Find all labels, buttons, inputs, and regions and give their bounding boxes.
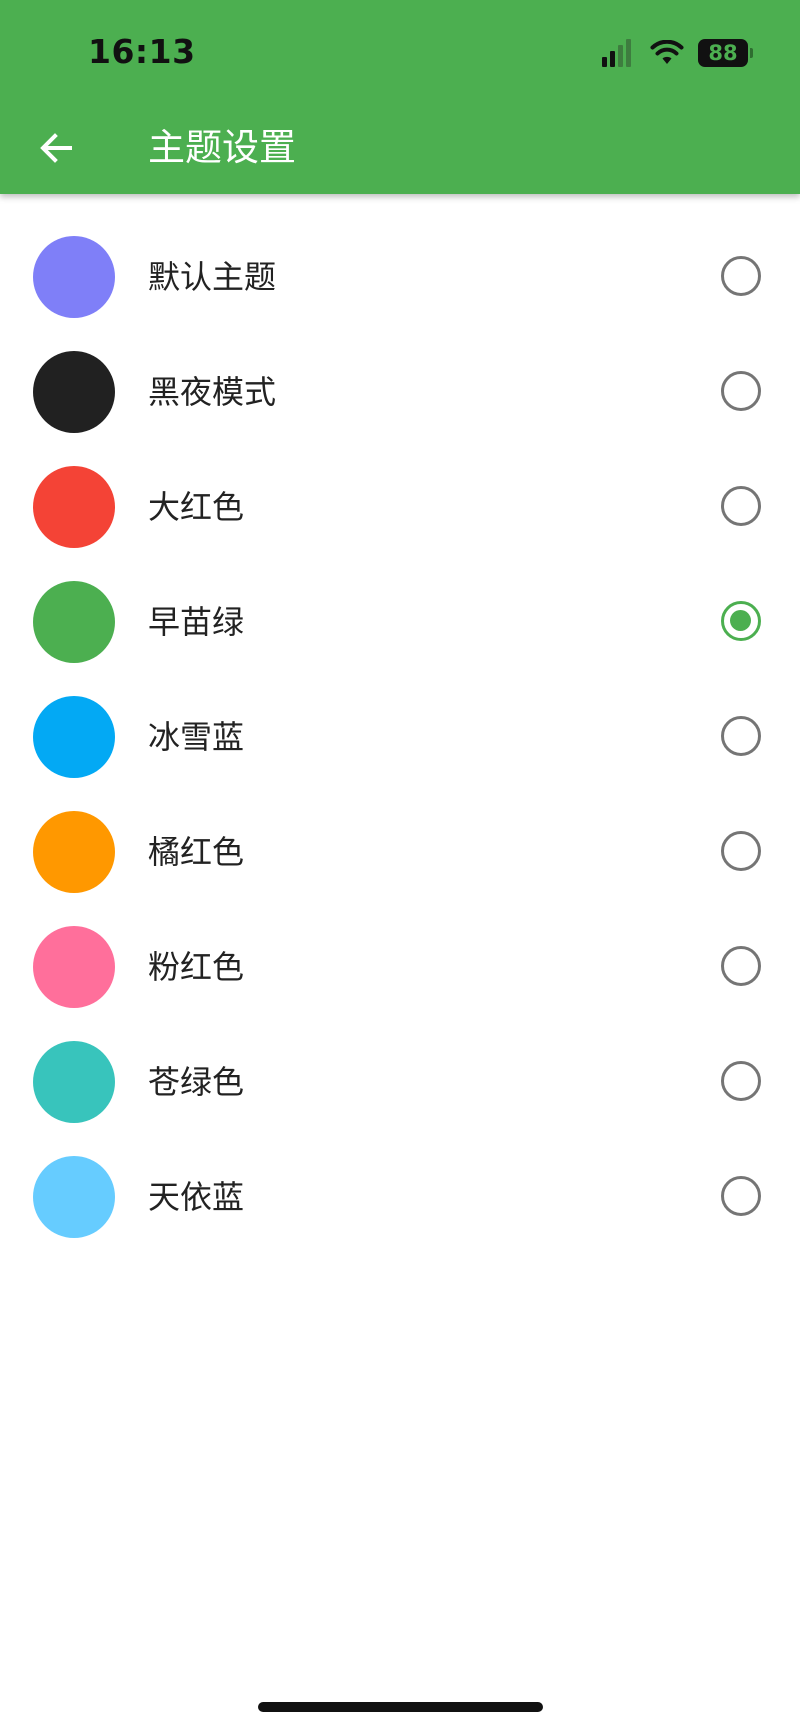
color-swatch [33, 466, 115, 548]
radio-button-selected[interactable] [721, 601, 761, 641]
radio-dot [730, 610, 751, 631]
page-title: 主题设置 [148, 126, 296, 169]
color-swatch [33, 236, 115, 318]
theme-label: 冰雪蓝 [148, 718, 245, 756]
theme-option[interactable]: 天依蓝 [0, 1139, 800, 1254]
home-indicator [258, 1702, 543, 1712]
signal-icon [602, 39, 634, 67]
radio-button[interactable] [721, 946, 761, 986]
status-bar: 16:13 88 [0, 0, 800, 100]
theme-option[interactable]: 冰雪蓝 [0, 679, 800, 794]
theme-label: 黑夜模式 [148, 373, 277, 411]
app-header: 16:13 88 主题设置 [0, 0, 800, 194]
radio-button[interactable] [721, 371, 761, 411]
color-swatch [33, 696, 115, 778]
theme-label: 苍绿色 [148, 1063, 245, 1101]
radio-button[interactable] [721, 486, 761, 526]
theme-label: 早苗绿 [148, 603, 245, 641]
theme-option[interactable]: 大红色 [0, 449, 800, 564]
radio-button[interactable] [721, 256, 761, 296]
radio-button[interactable] [721, 1061, 761, 1101]
color-swatch [33, 926, 115, 1008]
battery-icon: 88 [698, 39, 753, 67]
color-swatch [33, 351, 115, 433]
status-time: 16:13 [88, 32, 196, 71]
arrow-left-icon [40, 133, 72, 163]
wifi-icon [650, 40, 684, 64]
theme-label: 粉红色 [148, 948, 245, 986]
theme-option[interactable]: 橘红色 [0, 794, 800, 909]
theme-option[interactable]: 黑夜模式 [0, 334, 800, 449]
battery-level: 88 [708, 41, 738, 65]
radio-button[interactable] [721, 716, 761, 756]
color-swatch [33, 581, 115, 663]
theme-option[interactable]: 默认主题 [0, 219, 800, 334]
theme-option[interactable]: 早苗绿 [0, 564, 800, 679]
color-swatch [33, 811, 115, 893]
color-swatch [33, 1041, 115, 1123]
theme-label: 天依蓝 [148, 1178, 245, 1216]
status-icons: 88 [602, 38, 753, 68]
toolbar: 主题设置 [0, 100, 800, 194]
back-button[interactable] [28, 120, 84, 176]
radio-button[interactable] [721, 1176, 761, 1216]
color-swatch [33, 1156, 115, 1238]
theme-option[interactable]: 苍绿色 [0, 1024, 800, 1139]
theme-option[interactable]: 粉红色 [0, 909, 800, 1024]
theme-label: 默认主题 [148, 258, 277, 296]
theme-label: 大红色 [148, 488, 245, 526]
theme-label: 橘红色 [148, 833, 245, 871]
theme-list: 默认主题黑夜模式大红色早苗绿冰雪蓝橘红色粉红色苍绿色天依蓝 [0, 219, 800, 1254]
radio-button[interactable] [721, 831, 761, 871]
